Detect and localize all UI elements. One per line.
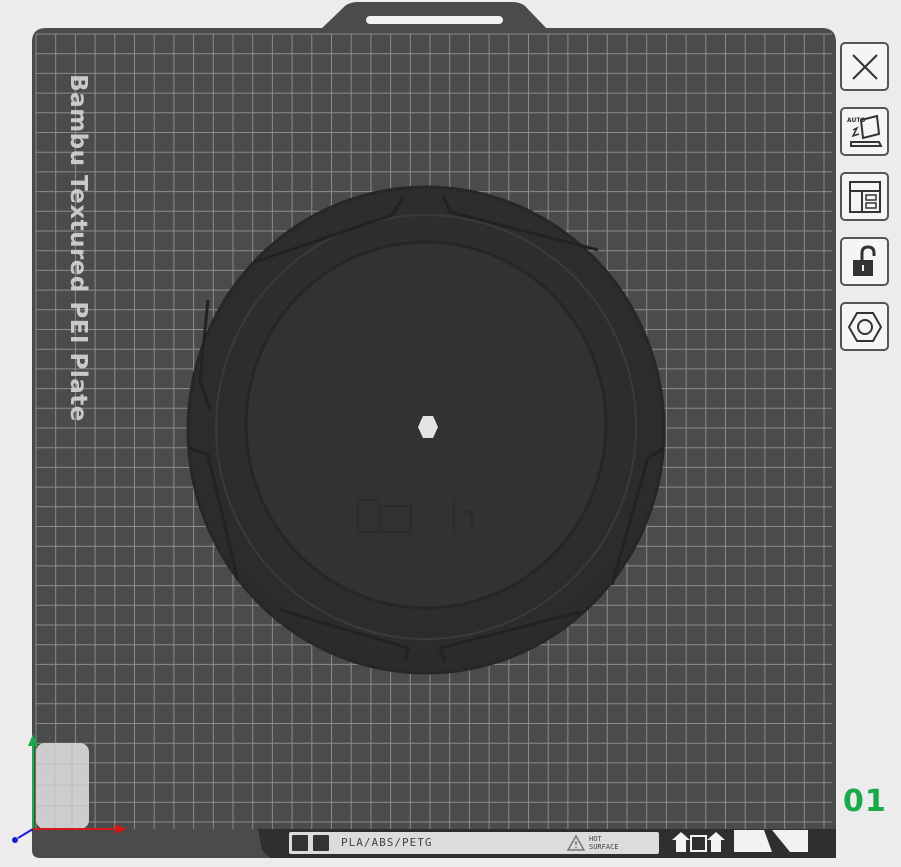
layout-glyph-icon (292, 835, 308, 851)
plate-number: 01 (843, 784, 887, 819)
model-lid[interactable] (186, 185, 666, 675)
layout-icon (848, 180, 881, 213)
close-button[interactable] (840, 42, 889, 91)
auto-orient-button[interactable]: AUTO (840, 107, 889, 156)
warning-line-2: SURFACE (589, 843, 619, 851)
close-icon (851, 53, 878, 80)
lock-button[interactable] (840, 237, 889, 286)
warning-line-1: HOT (589, 835, 602, 843)
plate-settings-button[interactable] (840, 302, 889, 351)
material-strip: PLA/ABS/PETG HOT SURFACE (289, 832, 659, 854)
square-glyph-icon (313, 835, 329, 851)
material-compat-text: PLA/ABS/PETG (341, 836, 433, 849)
hexagon-nut-icon (847, 311, 882, 342)
unlock-icon (852, 244, 875, 276)
corner-patch (36, 743, 89, 829)
plate-name-label: Bambu Textured PEI Plate (65, 74, 91, 422)
hot-surface-warning: HOT SURFACE (589, 835, 619, 851)
plate-handle-slot (366, 16, 503, 24)
build-plate[interactable] (0, 0, 901, 867)
arrange-button[interactable] (840, 172, 889, 221)
warning-triangle-icon (567, 835, 585, 851)
auto-orient-icon: AUTO (847, 114, 883, 147)
3d-viewport[interactable]: Bambu Textured PEI Plate PLA/ABS/PETG HO… (0, 0, 901, 867)
